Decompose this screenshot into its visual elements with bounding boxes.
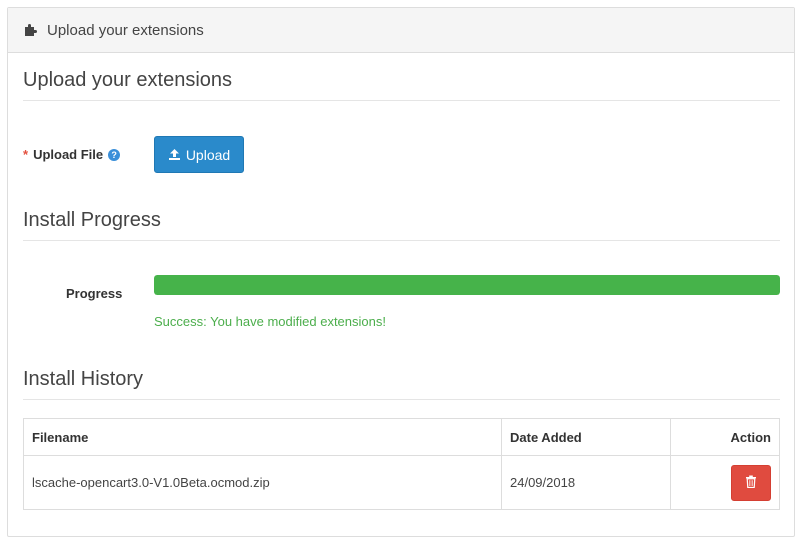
- table-header-row: Filename Date Added Action: [23, 418, 780, 456]
- extension-installer-panel: Upload your extensions Upload your exten…: [7, 7, 795, 537]
- upload-button[interactable]: Upload: [154, 136, 244, 173]
- column-header-filename: Filename: [23, 418, 502, 456]
- table-row: lscache-opencart3.0-V1.0Beta.ocmod.zip 2…: [23, 455, 780, 510]
- required-marker: *: [23, 147, 29, 162]
- upload-section-title: Upload your extensions: [23, 69, 780, 101]
- upload-button-label: Upload: [185, 146, 231, 163]
- column-header-date-added: Date Added: [501, 418, 671, 456]
- column-header-action: Action: [670, 418, 780, 456]
- success-message: Success: You have modified extensions!: [154, 314, 386, 329]
- progress-bar: [154, 275, 780, 295]
- help-icon[interactable]: ?: [108, 148, 121, 161]
- progress-section-title: Install Progress: [23, 209, 780, 241]
- action-cell: [670, 455, 780, 510]
- upload-file-label: * Upload File ?: [23, 147, 121, 162]
- trash-icon: [745, 475, 757, 491]
- progress-label: Progress: [66, 286, 123, 301]
- history-section-title: Install History: [23, 368, 780, 400]
- install-history-table: Filename Date Added Action lscache-openc…: [23, 418, 780, 510]
- date-added-cell: 24/09/2018: [501, 455, 671, 510]
- upload-icon: [168, 148, 181, 161]
- delete-button[interactable]: [731, 464, 771, 501]
- progress-bar-fill: [154, 275, 780, 295]
- filename-cell: lscache-opencart3.0-V1.0Beta.ocmod.zip: [23, 455, 502, 510]
- panel-heading-title: Upload your extensions: [47, 21, 204, 39]
- panel-heading: Upload your extensions: [8, 8, 794, 53]
- upload-file-label-text: Upload File: [33, 147, 104, 162]
- puzzle-piece-icon: [22, 22, 38, 38]
